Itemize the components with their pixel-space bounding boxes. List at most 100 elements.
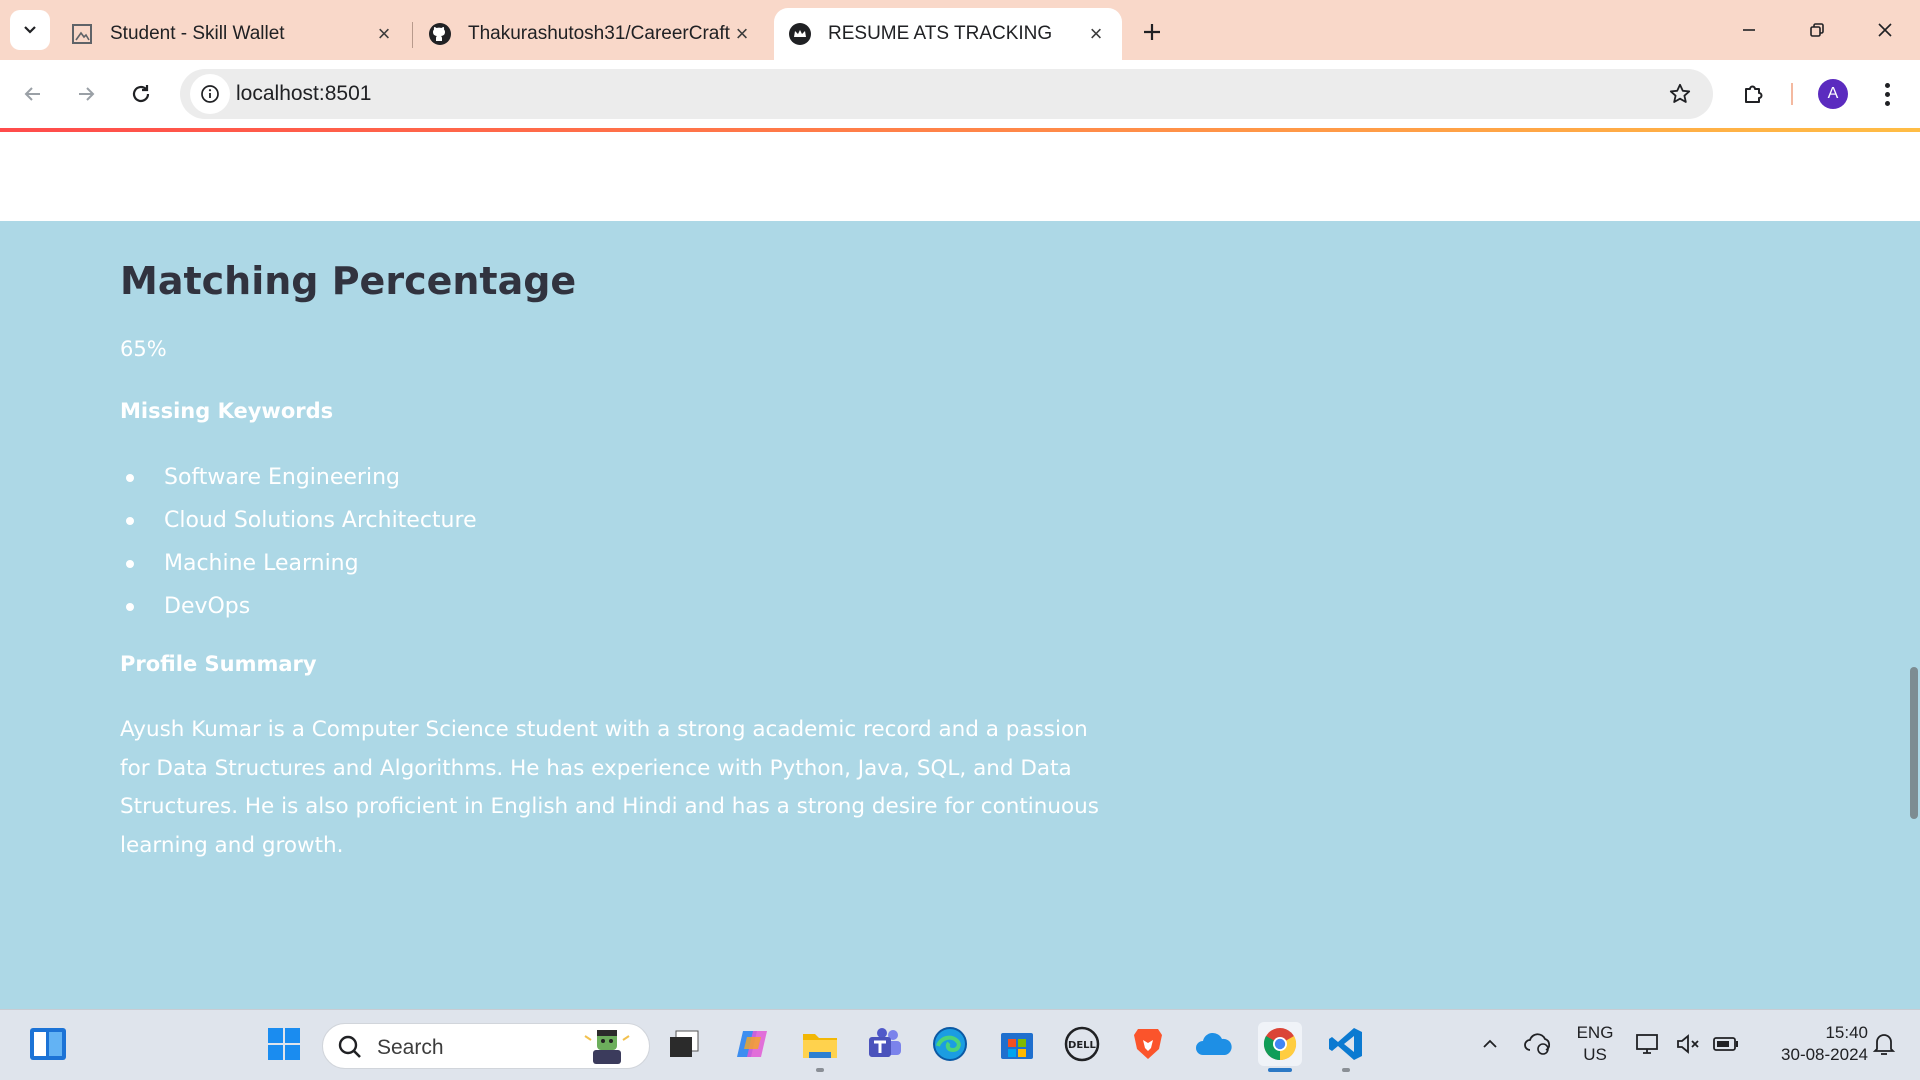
- search-highlight-icon: [584, 1030, 630, 1064]
- close-tab-icon[interactable]: ×: [730, 21, 754, 46]
- battery-button[interactable]: [1708, 1022, 1744, 1066]
- dell-button[interactable]: DELL: [1060, 1022, 1104, 1066]
- toolbar-divider: [1791, 83, 1793, 105]
- windows-taskbar: Search DELL ENG US 15:40 30-08-2024: [0, 1009, 1920, 1080]
- browser-toolbar: localhost:8501 A: [0, 60, 1920, 128]
- volume-button[interactable]: [1670, 1022, 1706, 1066]
- tab-student-skill-wallet[interactable]: Student - Skill Wallet ×: [56, 8, 410, 60]
- brave-lion-icon: [1134, 1029, 1162, 1059]
- clock-time: 15:40: [1825, 1023, 1868, 1042]
- tab-divider: [412, 22, 413, 48]
- tab-resume-ats-tracking[interactable]: RESUME ATS TRACKING ×: [774, 8, 1122, 60]
- dell-logo-icon: DELL: [1064, 1026, 1100, 1062]
- keyword-text: Cloud Solutions Architecture: [164, 508, 477, 533]
- running-app-indicator: [1342, 1068, 1350, 1072]
- vscode-button[interactable]: [1324, 1022, 1368, 1066]
- url-text[interactable]: localhost:8501: [236, 82, 371, 106]
- streamlit-crown-icon: [788, 22, 812, 46]
- show-hidden-icons-button[interactable]: [1468, 1022, 1512, 1066]
- list-item: DevOps: [120, 585, 477, 628]
- brave-button[interactable]: [1126, 1022, 1170, 1066]
- back-button[interactable]: [13, 74, 53, 114]
- clock-date: 30-08-2024: [1781, 1045, 1868, 1064]
- task-view-button[interactable]: [662, 1022, 706, 1066]
- notification-button[interactable]: [1866, 1022, 1902, 1066]
- reload-icon: [132, 85, 150, 103]
- matching-percentage-value: 65%: [120, 337, 167, 361]
- tab-search-button[interactable]: [10, 10, 50, 50]
- svg-text:DELL: DELL: [1068, 1040, 1097, 1051]
- taskbar-search-box[interactable]: Search: [322, 1023, 650, 1069]
- restore-button[interactable]: [1794, 10, 1840, 50]
- tab-title: Thakurashutosh31/CareerCraft-: [468, 23, 730, 44]
- extensions-button[interactable]: [1734, 74, 1774, 114]
- edge-button[interactable]: [928, 1022, 972, 1066]
- browser-menu-button[interactable]: [1872, 78, 1902, 110]
- clock[interactable]: 15:40 30-08-2024: [1752, 1022, 1868, 1066]
- network-button[interactable]: [1630, 1022, 1666, 1066]
- store-icon: [1001, 1033, 1033, 1059]
- start-button[interactable]: [262, 1022, 306, 1066]
- tab-github-careercraft[interactable]: Thakurashutosh31/CareerCraft- ×: [414, 8, 768, 60]
- keyword-text: DevOps: [164, 594, 251, 619]
- bullet-icon: [126, 559, 134, 568]
- folder-icon: [803, 1034, 837, 1058]
- list-item: Machine Learning: [120, 542, 477, 585]
- chevron-up-icon: [1483, 1039, 1497, 1048]
- address-bar[interactable]: localhost:8501: [180, 69, 1713, 119]
- chrome-button[interactable]: [1258, 1022, 1302, 1066]
- battery-icon: [1713, 1037, 1738, 1051]
- minimize-icon: [1743, 29, 1755, 31]
- missing-keywords-label: Missing Keywords: [120, 399, 334, 423]
- teams-icon: [869, 1028, 901, 1057]
- keyword-text: Software Engineering: [164, 465, 400, 490]
- task-view-icon: [670, 1030, 699, 1057]
- volume-muted-icon: [1677, 1034, 1699, 1054]
- page-header-area: [0, 132, 1920, 221]
- search-icon: [338, 1035, 361, 1058]
- copilot-button[interactable]: [730, 1022, 774, 1066]
- restore-icon: [1810, 23, 1824, 37]
- tab-title: Student - Skill Wallet: [110, 23, 285, 44]
- main-content: Matching Percentage 65% Missing Keywords…: [0, 221, 1920, 1009]
- active-app-indicator: [1268, 1068, 1292, 1072]
- page-title: Matching Percentage: [120, 259, 577, 303]
- windows-logo-icon: [268, 1028, 300, 1060]
- bullet-icon: [126, 473, 134, 482]
- chrome-icon: [1263, 1028, 1297, 1061]
- copilot-icon: [737, 1031, 767, 1057]
- widgets-button[interactable]: [26, 1022, 70, 1066]
- language-indicator[interactable]: ENG US: [1568, 1022, 1622, 1066]
- teams-button[interactable]: [862, 1022, 906, 1066]
- list-item: Cloud Solutions Architecture: [120, 499, 477, 542]
- tab-title: RESUME ATS TRACKING: [828, 23, 1053, 44]
- forward-button[interactable]: [66, 74, 106, 114]
- page-scrollbar[interactable]: [1910, 667, 1918, 819]
- onedrive-cloud-icon: [1196, 1032, 1232, 1055]
- file-explorer-button[interactable]: [798, 1022, 842, 1066]
- profile-summary-text: Ayush Kumar is a Computer Science studen…: [120, 717, 1099, 858]
- microsoft-store-button[interactable]: [995, 1022, 1039, 1066]
- bullet-icon: [126, 516, 134, 525]
- skill-wallet-icon: [70, 22, 94, 46]
- reload-button[interactable]: [121, 74, 161, 114]
- close-icon: [1878, 23, 1892, 37]
- chevron-down-icon: [24, 26, 36, 34]
- minimize-button[interactable]: [1726, 10, 1772, 50]
- onedrive-tray-button[interactable]: [1516, 1022, 1560, 1066]
- close-tab-icon[interactable]: ×: [372, 21, 396, 46]
- close-tab-icon[interactable]: ×: [1084, 21, 1108, 46]
- site-info-icon[interactable]: [190, 74, 230, 114]
- puzzle-icon: [1745, 85, 1763, 103]
- new-tab-button[interactable]: [1132, 12, 1172, 52]
- close-window-button[interactable]: [1862, 10, 1908, 50]
- profile-avatar[interactable]: A: [1818, 79, 1848, 109]
- onedrive-button[interactable]: [1192, 1022, 1236, 1066]
- github-icon: [428, 22, 452, 46]
- cloud-sync-icon: [1524, 1033, 1551, 1055]
- running-app-indicator: [816, 1068, 824, 1072]
- search-placeholder: Search: [377, 1036, 444, 1059]
- keyword-text: Machine Learning: [164, 551, 359, 576]
- vscode-icon: [1329, 1028, 1362, 1060]
- bookmark-star-icon[interactable]: [1665, 79, 1695, 109]
